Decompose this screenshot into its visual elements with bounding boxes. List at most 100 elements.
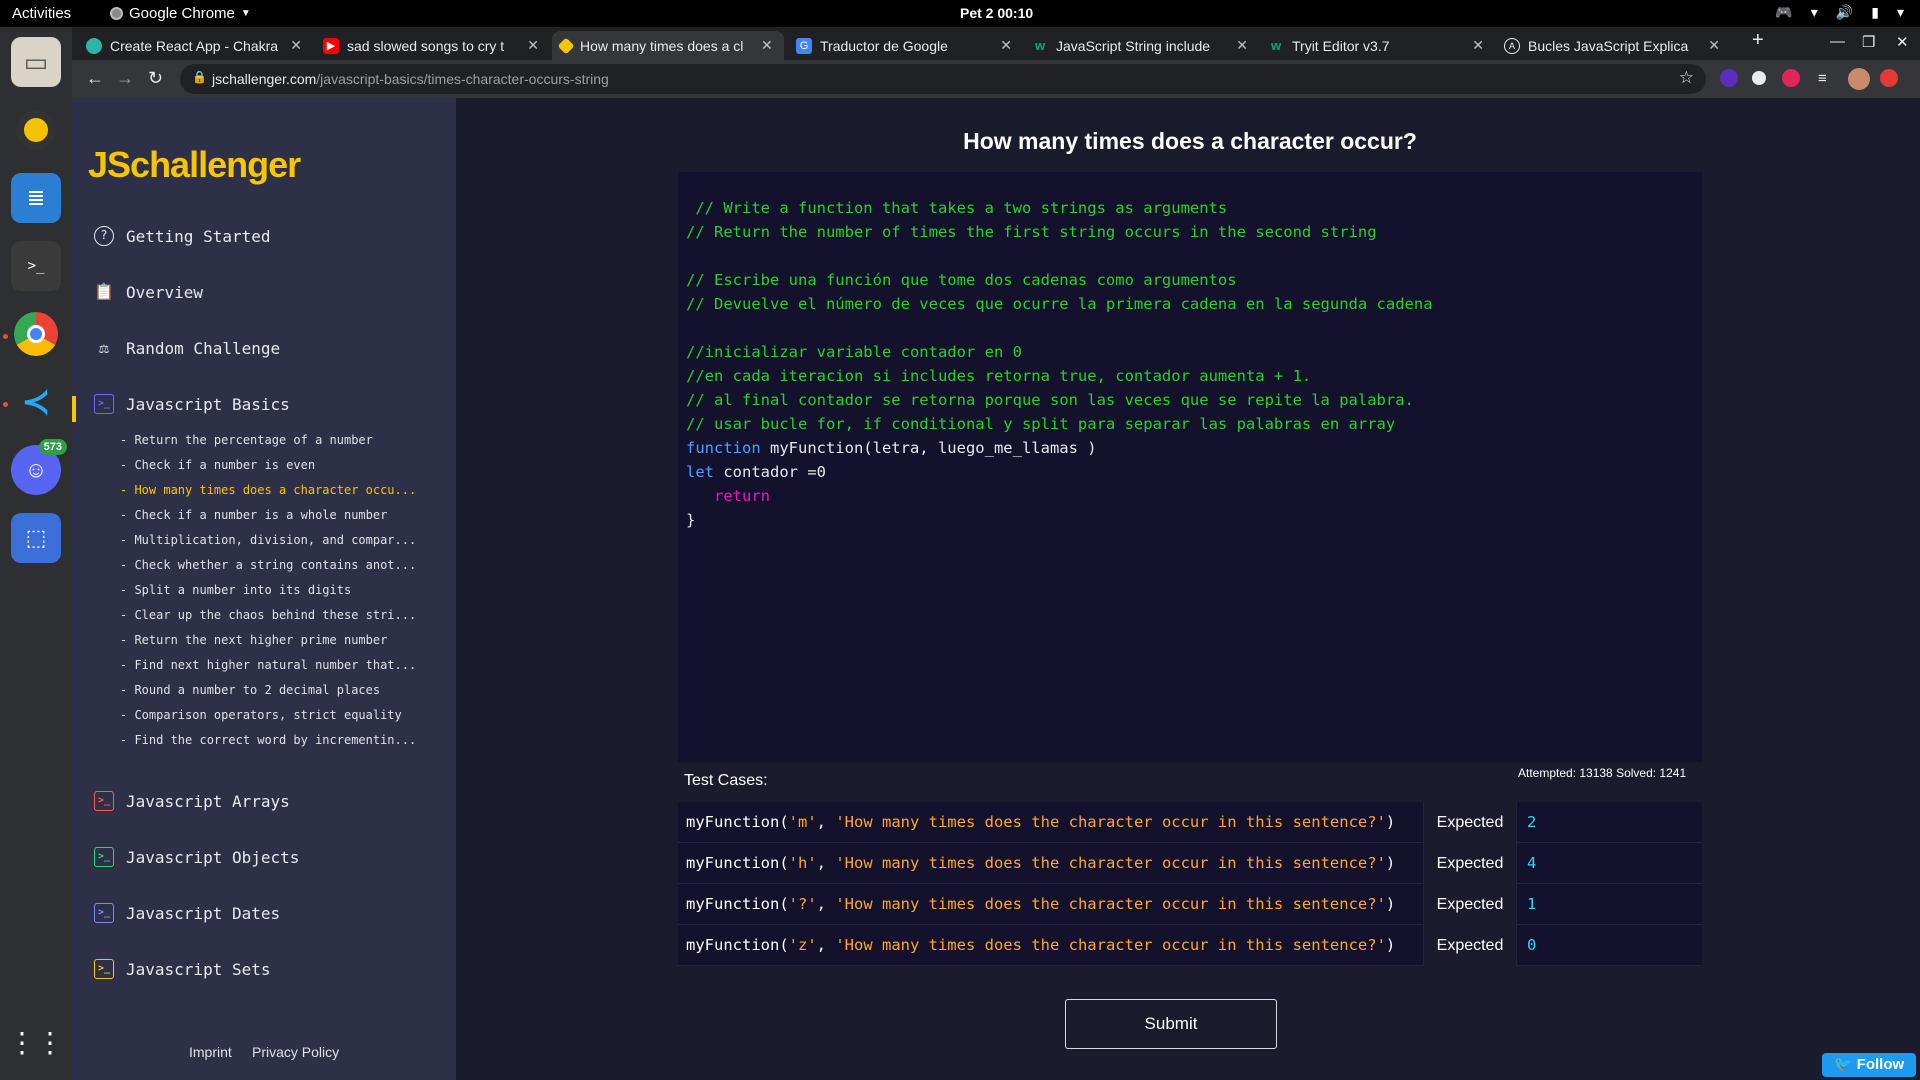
test-arg: '?'	[788, 895, 817, 913]
media-control-icon[interactable]: ≡	[1818, 70, 1827, 87]
discord-icon[interactable]: ☺ 573	[11, 439, 67, 495]
question-circle-icon: ?	[94, 226, 114, 246]
tab-strip: Create React App - Chakra ✕ ▶ sad slowed…	[72, 27, 1920, 60]
tab[interactable]: w Tryit Editor v3.7 ✕	[1260, 31, 1492, 60]
follow-label: Follow	[1856, 1056, 1905, 1073]
tab-active[interactable]: How many times does a cl ✕	[552, 31, 784, 60]
close-tab-icon[interactable]: ✕	[527, 37, 539, 54]
system-tray[interactable]: 🎮 ▾ 🔊 ▮ ▾	[1775, 4, 1904, 21]
sidebar-item-overview[interactable]: 📋 Overview	[94, 282, 203, 302]
expected-label: Expected	[1423, 883, 1517, 925]
sidebar-item-getting-started[interactable]: ? Getting Started	[94, 226, 271, 246]
activities-button[interactable]: Activities	[12, 5, 71, 22]
tab-favicon-icon: A	[1504, 37, 1520, 54]
challenge-link[interactable]: - Clear up the chaos behind these stri..…	[120, 608, 416, 622]
tab-label: JavaScript String include	[1056, 37, 1211, 54]
back-icon[interactable]: ←	[86, 68, 104, 89]
twitter-follow-button[interactable]: 🐦 Follow	[1822, 1053, 1916, 1077]
submit-button[interactable]: Submit	[1065, 999, 1277, 1049]
challenge-link[interactable]: - Comparison operators, strict equality	[120, 708, 402, 722]
expected-value: 4	[1527, 854, 1537, 872]
url-domain: jschallenger.com	[212, 71, 317, 87]
page-title: How many times does a character occur?	[963, 128, 1417, 154]
sidebar-item-label: Javascript Arrays	[126, 791, 290, 811]
chevron-down-icon: ▼	[240, 8, 251, 19]
tab-label: sad slowed songs to cry t	[347, 37, 505, 54]
forward-icon[interactable]: →	[116, 68, 134, 89]
wifi-icon: ▾	[1810, 4, 1818, 20]
challenge-link-active[interactable]: - How many times does a character occu..…	[120, 483, 416, 497]
challenge-link[interactable]: - Find next higher natural number that..…	[120, 658, 416, 672]
restore-icon[interactable]: ❐	[1862, 33, 1875, 51]
browser-toolbar: ← → ↻ 🔒 jschallenger.com/javascript-basi…	[72, 60, 1920, 98]
files-icon[interactable]: ▭	[11, 37, 61, 87]
tab[interactable]: Create React App - Chakra ✕	[78, 31, 310, 60]
sidebar-item-javascript-arrays[interactable]: >_ Javascript Arrays	[94, 791, 290, 811]
challenge-link[interactable]: - Find the correct word by incrementin..…	[120, 733, 416, 747]
sidebar-item-javascript-sets[interactable]: >_ Javascript Sets	[94, 959, 271, 979]
chrome-icon[interactable]	[11, 309, 61, 359]
libreoffice-writer-icon[interactable]: ≣	[11, 173, 61, 223]
close-window-icon[interactable]: ✕	[1896, 33, 1909, 51]
extension-icon[interactable]	[1752, 71, 1766, 85]
code-editor[interactable]: // Write a function that takes a two str…	[678, 172, 1702, 762]
sidebar-item-label: Random Challenge	[126, 338, 281, 358]
challenge-link[interactable]: - Round a number to 2 decimal places	[120, 683, 380, 697]
expected-value: 1	[1527, 895, 1537, 913]
close-tab-icon[interactable]: ✕	[1708, 37, 1720, 54]
table-row: myFunction('m', 'How many times does the…	[678, 801, 1702, 843]
challenge-link[interactable]: - Check if a number is even	[120, 458, 315, 472]
close-tab-icon[interactable]: ✕	[1000, 37, 1012, 54]
imprint-link[interactable]: Imprint	[189, 1044, 232, 1060]
challenge-link[interactable]: - Split a number into its digits	[120, 583, 351, 597]
code-comment: // Devuelve el número de veces que ocurr…	[686, 295, 1433, 313]
new-tab-icon[interactable]: +	[1752, 29, 1764, 52]
site-logo[interactable]: JSchallenger	[88, 144, 301, 186]
avatar[interactable]	[1848, 68, 1870, 90]
bookmark-star-icon[interactable]: ☆	[1679, 68, 1694, 88]
notification-badge: 573	[38, 439, 67, 455]
challenge-link[interactable]: - Return the percentage of a number	[120, 433, 373, 447]
show-applications-icon[interactable]: ⋮⋮	[8, 1017, 64, 1067]
close-tab-icon[interactable]: ✕	[290, 37, 302, 54]
challenge-link[interactable]: - Multiplication, division, and compar..…	[120, 533, 416, 547]
app-menu[interactable]: Google Chrome ▼	[110, 5, 251, 22]
tab[interactable]: A Bucles JavaScript Explica ✕	[1496, 31, 1728, 60]
code-comment: // usar bucle for, if conditional y spli…	[686, 415, 1396, 433]
test-arg: 'm'	[788, 813, 817, 831]
test-arg: 'How many times does the character occur…	[835, 813, 1386, 831]
extension-icon[interactable]	[1782, 69, 1800, 87]
extension-icon[interactable]	[1880, 69, 1898, 87]
challenge-link[interactable]: - Check whether a string contains anot..…	[120, 558, 416, 572]
close-tab-icon[interactable]: ✕	[761, 37, 773, 54]
app-menu-label: Google Chrome	[129, 5, 235, 22]
tab[interactable]: ▶ sad slowed songs to cry t ✕	[315, 31, 547, 60]
lock-icon[interactable]: 🔒	[192, 70, 207, 84]
test-sep: ,	[816, 936, 836, 954]
rhythmbox-icon[interactable]	[11, 105, 61, 155]
tab[interactable]: w JavaScript String include ✕	[1024, 31, 1256, 60]
screenshot-icon[interactable]: ⬚	[11, 513, 61, 563]
power-menu-icon: ▾	[1896, 4, 1904, 20]
terminal-icon[interactable]: >_	[11, 241, 61, 291]
vscode-icon[interactable]: ≺	[11, 377, 61, 427]
jschallenger-favicon-icon	[557, 37, 575, 54]
address-bar[interactable]: 🔒 jschallenger.com/javascript-basics/tim…	[180, 64, 1706, 94]
privacy-policy-link[interactable]: Privacy Policy	[252, 1044, 339, 1060]
sidebar-item-javascript-dates[interactable]: >_ Javascript Dates	[94, 903, 280, 923]
reload-icon[interactable]: ↻	[148, 68, 163, 89]
sidebar-item-javascript-basics[interactable]: >_ Javascript Basics	[94, 394, 290, 414]
active-indicator	[72, 396, 76, 422]
close-tab-icon[interactable]: ✕	[1472, 37, 1484, 54]
test-arg: 'How many times does the character occur…	[835, 895, 1386, 913]
minimize-icon[interactable]: —	[1830, 33, 1845, 50]
challenge-link[interactable]: - Check if a number is a whole number	[120, 508, 387, 522]
challenge-link[interactable]: - Return the next higher prime number	[120, 633, 387, 647]
sidebar-item-javascript-objects[interactable]: >_ Javascript Objects	[94, 847, 299, 867]
tab-label: Tryit Editor v3.7	[1292, 37, 1390, 54]
sidebar-item-random-challenge[interactable]: ⚖ Random Challenge	[94, 338, 280, 358]
extension-icon[interactable]	[1720, 69, 1738, 87]
tab[interactable]: G Traductor de Google ✕	[788, 31, 1020, 60]
clock[interactable]: Pet 2 00:10	[960, 5, 1033, 21]
close-tab-icon[interactable]: ✕	[1236, 37, 1248, 54]
